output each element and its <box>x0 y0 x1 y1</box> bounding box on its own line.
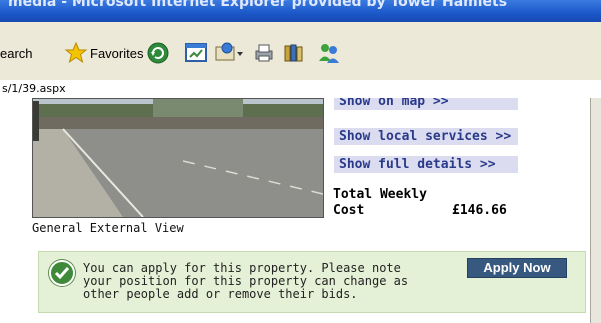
checkmark-icon <box>49 260 75 286</box>
show-local-services-link[interactable]: Show local services >> <box>334 128 518 145</box>
research-button[interactable] <box>282 40 306 66</box>
address-url: s/1/39.aspx <box>2 82 66 95</box>
address-bar[interactable]: s/1/39.aspx <box>0 80 601 99</box>
show-full-details-link[interactable]: Show full details >> <box>334 156 518 173</box>
apply-notice-box: You can apply for this property. Please … <box>38 251 586 313</box>
street-photo-image <box>33 99 323 217</box>
apply-notice-text: You can apply for this property. Please … <box>83 261 409 301</box>
cost-label-line2: Cost <box>333 203 365 218</box>
window-title: media - Microsoft Internet Explorer prov… <box>8 0 508 10</box>
search-button[interactable]: earch <box>0 40 33 66</box>
books-icon <box>284 44 303 62</box>
search-label: earch <box>0 45 33 61</box>
printer-icon <box>255 44 273 62</box>
apply-now-button[interactable]: Apply Now <box>467 258 567 278</box>
window-icon <box>185 43 207 62</box>
property-photo <box>32 98 324 218</box>
show-on-map-link[interactable]: Show on map >> <box>334 98 518 110</box>
browser-toolbar: earch Favorites <box>0 22 601 81</box>
page-content: General External View Show on map >> Sho… <box>0 98 601 323</box>
media-button[interactable] <box>184 40 208 66</box>
window-frame-edge <box>590 98 601 323</box>
history-icon <box>147 42 169 64</box>
messenger-button[interactable] <box>316 40 342 66</box>
mail-icon <box>215 42 243 61</box>
history-button[interactable] <box>146 40 170 66</box>
favorites-button[interactable]: Favorites <box>64 40 143 66</box>
messenger-icon <box>319 44 339 63</box>
window-title-bar: media - Microsoft Internet Explorer prov… <box>0 0 601 22</box>
favorites-label: Favorites <box>90 45 144 61</box>
star-icon <box>64 41 88 64</box>
photo-caption: General External View <box>32 221 184 235</box>
cost-label-line1: Total Weekly <box>333 187 427 202</box>
mail-button[interactable] <box>214 40 244 66</box>
weekly-cost-value: £146.66 <box>452 203 507 218</box>
print-button[interactable] <box>252 40 276 66</box>
